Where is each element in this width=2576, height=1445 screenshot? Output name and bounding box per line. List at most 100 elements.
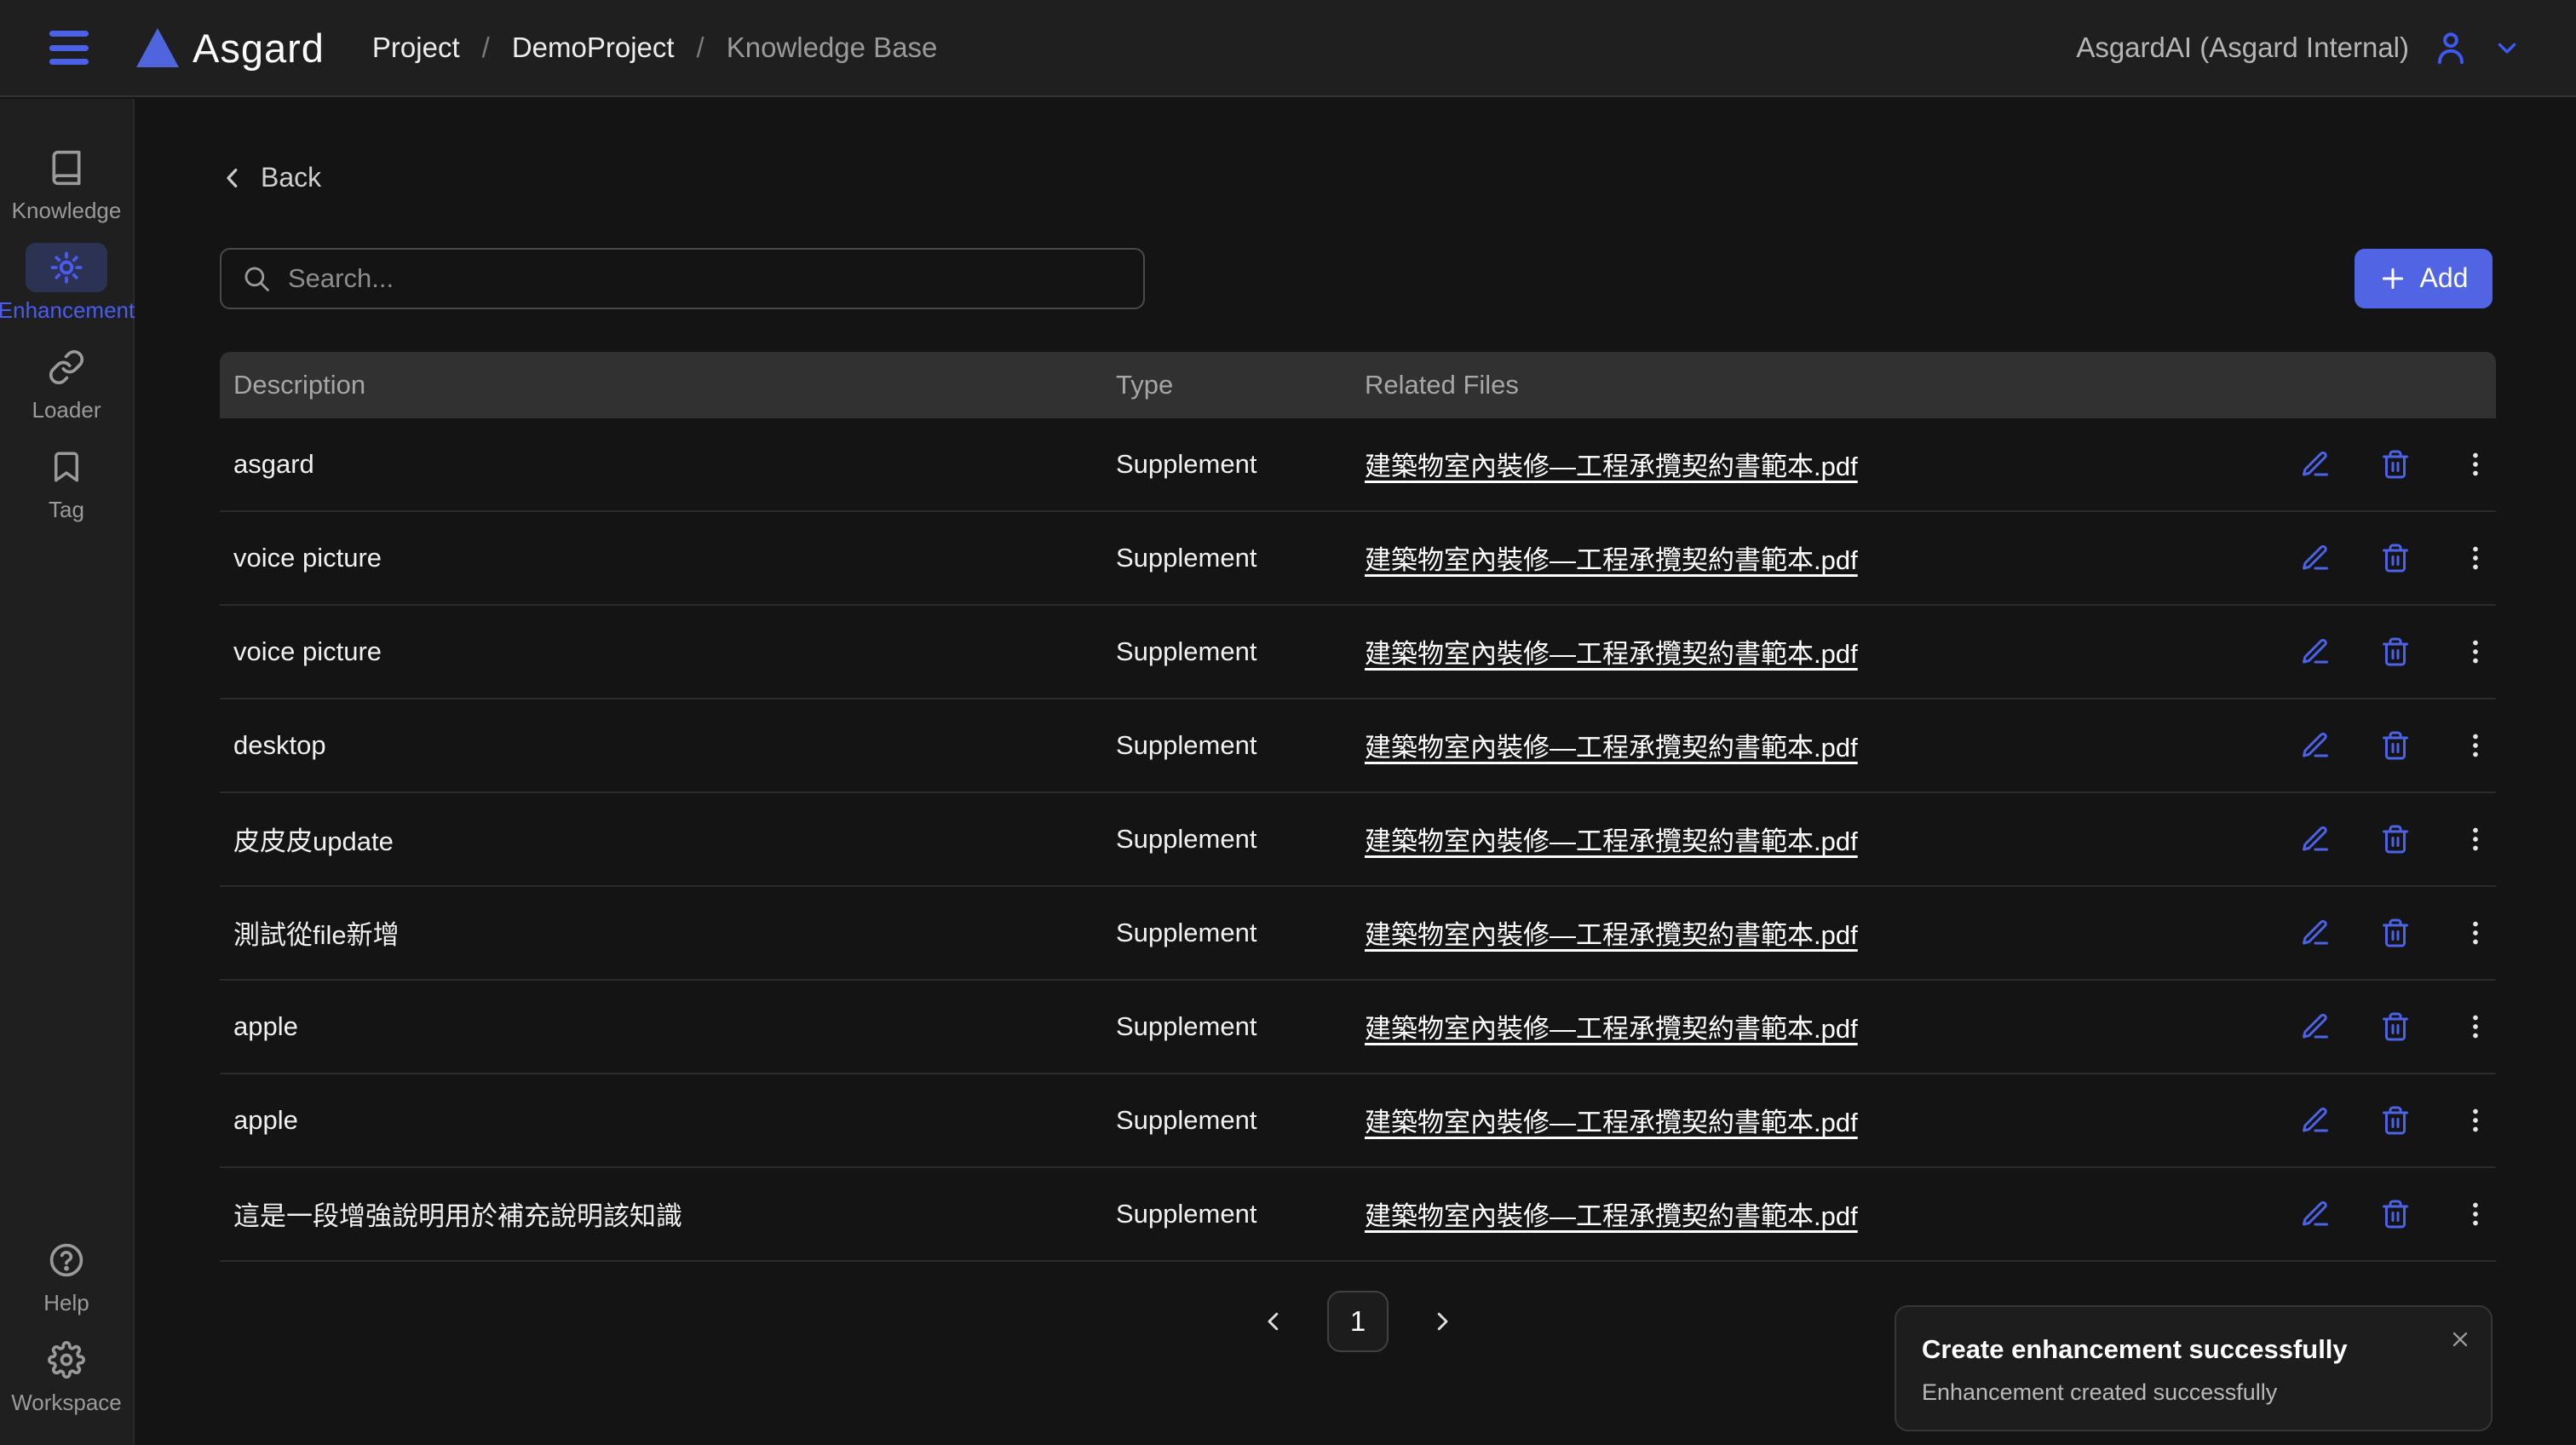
link-icon (48, 348, 85, 386)
row-actions (2286, 636, 2525, 667)
more-icon[interactable] (2460, 543, 2491, 573)
related-file-link[interactable]: 建築物室內裝修—工程承攬契約書範本.pdf (1365, 1014, 1858, 1044)
book-icon (48, 149, 85, 187)
back-button[interactable]: Back (220, 162, 321, 193)
row-actions (2286, 449, 2525, 480)
sidebar-item-label: Loader (32, 397, 101, 423)
row-type: Supplement (1102, 1105, 1351, 1136)
sidebar-item-label: Enhancement (0, 297, 135, 324)
edit-icon[interactable] (2300, 824, 2331, 855)
chevron-down-icon[interactable] (2493, 33, 2521, 62)
edit-icon[interactable] (2300, 636, 2331, 667)
help-circle-icon (48, 1241, 85, 1279)
related-file-link[interactable]: 建築物室內裝修—工程承攬契約書範本.pdf (1365, 733, 1858, 763)
more-icon[interactable] (2460, 449, 2491, 480)
edit-icon[interactable] (2300, 918, 2331, 948)
row-actions (2286, 1011, 2525, 1042)
previous-page-button[interactable] (1261, 1309, 1286, 1334)
toast-notification: Create enhancement successfully Enhancem… (1895, 1305, 2493, 1431)
breadcrumb: Project / DemoProject / Knowledge Base (372, 32, 937, 64)
delete-icon[interactable] (2380, 1105, 2411, 1136)
row-description: voice picture (220, 543, 1102, 573)
row-description: apple (220, 1011, 1102, 1042)
row-type: Supplement (1102, 1011, 1351, 1042)
related-file-link[interactable]: 建築物室內裝修—工程承攬契約書範本.pdf (1365, 826, 1858, 856)
more-icon[interactable] (2460, 1199, 2491, 1229)
table-row: apple Supplement 建築物室內裝修—工程承攬契約書範本.pdf (220, 981, 2496, 1074)
row-actions (2286, 543, 2525, 573)
delete-icon[interactable] (2380, 730, 2411, 761)
breadcrumb-separator: / (697, 32, 704, 64)
sidebar-item-enhancement[interactable]: Enhancement (0, 243, 133, 324)
delete-icon[interactable] (2380, 543, 2411, 573)
table-row: 測試從file新增 Supplement 建築物室內裝修—工程承攬契約書範本.p… (220, 887, 2496, 981)
enhancement-table: Description Type Related Files asgard Su… (220, 352, 2496, 1262)
menu-icon[interactable] (49, 31, 89, 65)
next-page-button[interactable] (1429, 1309, 1455, 1334)
edit-icon[interactable] (2300, 730, 2331, 761)
app-logo[interactable]: Asgard (136, 25, 325, 72)
sidebar-item-loader[interactable]: Loader (0, 343, 133, 423)
table-row: apple Supplement 建築物室內裝修—工程承攬契約書範本.pdf (220, 1074, 2496, 1168)
plus-icon (2379, 265, 2406, 292)
add-button[interactable]: Add (2355, 249, 2493, 308)
related-file-link[interactable]: 建築物室內裝修—工程承攬契約書範本.pdf (1365, 920, 1858, 950)
search-icon (242, 264, 271, 293)
table-row: voice picture Supplement 建築物室內裝修—工程承攬契約書… (220, 606, 2496, 699)
sidebar-item-workspace[interactable]: Workspace (0, 1335, 133, 1416)
table-header: Description Type Related Files (220, 352, 2496, 418)
more-icon[interactable] (2460, 636, 2491, 667)
table-row: 皮皮皮update Supplement 建築物室內裝修—工程承攬契約書範本.p… (220, 793, 2496, 887)
user-icon[interactable] (2431, 28, 2470, 67)
related-file-link[interactable]: 建築物室內裝修—工程承攬契約書範本.pdf (1365, 1201, 1858, 1231)
edit-icon[interactable] (2300, 1199, 2331, 1229)
sidebar-item-label: Tag (49, 497, 84, 523)
table-row: asgard Supplement 建築物室內裝修—工程承攬契約書範本.pdf (220, 418, 2496, 512)
table-row: desktop Supplement 建築物室內裝修—工程承攬契約書範本.pdf (220, 699, 2496, 793)
delete-icon[interactable] (2380, 918, 2411, 948)
sidebar-item-help[interactable]: Help (0, 1235, 133, 1316)
related-file-link[interactable]: 建築物室內裝修—工程承攬契約書範本.pdf (1365, 452, 1858, 481)
breadcrumb-demoproject[interactable]: DemoProject (512, 32, 675, 64)
breadcrumb-project[interactable]: Project (372, 32, 460, 64)
edit-icon[interactable] (2300, 1105, 2331, 1136)
bookmark-icon (49, 449, 84, 485)
delete-icon[interactable] (2380, 449, 2411, 480)
related-file-link[interactable]: 建築物室內裝修—工程承攬契約書範本.pdf (1365, 639, 1858, 669)
column-header-related-files: Related Files (1351, 370, 2286, 400)
row-description: 這是一段增強說明用於補充說明該知識 (220, 1195, 1102, 1233)
toast-message: Enhancement created successfully (1922, 1379, 2465, 1406)
sidebar-item-label: Help (43, 1290, 89, 1316)
sidebar-item-knowledge[interactable]: Knowledge (0, 143, 133, 224)
delete-icon[interactable] (2380, 824, 2411, 855)
edit-icon[interactable] (2300, 449, 2331, 480)
search-input[interactable] (286, 262, 1123, 295)
delete-icon[interactable] (2380, 636, 2411, 667)
logo-triangle-icon (136, 28, 179, 67)
edit-icon[interactable] (2300, 1011, 2331, 1042)
more-icon[interactable] (2460, 730, 2491, 761)
delete-icon[interactable] (2380, 1011, 2411, 1042)
sidebar-item-label: Workspace (11, 1390, 122, 1416)
toast-title: Create enhancement successfully (1922, 1334, 2465, 1365)
more-icon[interactable] (2460, 824, 2491, 855)
breadcrumb-knowledge-base: Knowledge Base (727, 32, 938, 64)
row-description: desktop (220, 730, 1102, 761)
row-type: Supplement (1102, 918, 1351, 948)
related-file-link[interactable]: 建築物室內裝修—工程承攬契約書範本.pdf (1365, 1108, 1858, 1137)
page-number-button[interactable]: 1 (1327, 1291, 1389, 1352)
more-icon[interactable] (2460, 918, 2491, 948)
close-icon[interactable] (2448, 1327, 2472, 1351)
sidebar-item-tag[interactable]: Tag (0, 442, 133, 523)
row-actions (2286, 730, 2525, 761)
delete-icon[interactable] (2380, 1199, 2411, 1229)
row-type: Supplement (1102, 449, 1351, 480)
edit-icon[interactable] (2300, 543, 2331, 573)
app-header: Asgard Project / DemoProject / Knowledge… (0, 0, 2576, 97)
row-type: Supplement (1102, 543, 1351, 573)
add-button-label: Add (2420, 262, 2469, 294)
related-file-link[interactable]: 建築物室內裝修—工程承攬契約書範本.pdf (1365, 545, 1858, 575)
row-actions (2286, 824, 2525, 855)
more-icon[interactable] (2460, 1011, 2491, 1042)
more-icon[interactable] (2460, 1105, 2491, 1136)
